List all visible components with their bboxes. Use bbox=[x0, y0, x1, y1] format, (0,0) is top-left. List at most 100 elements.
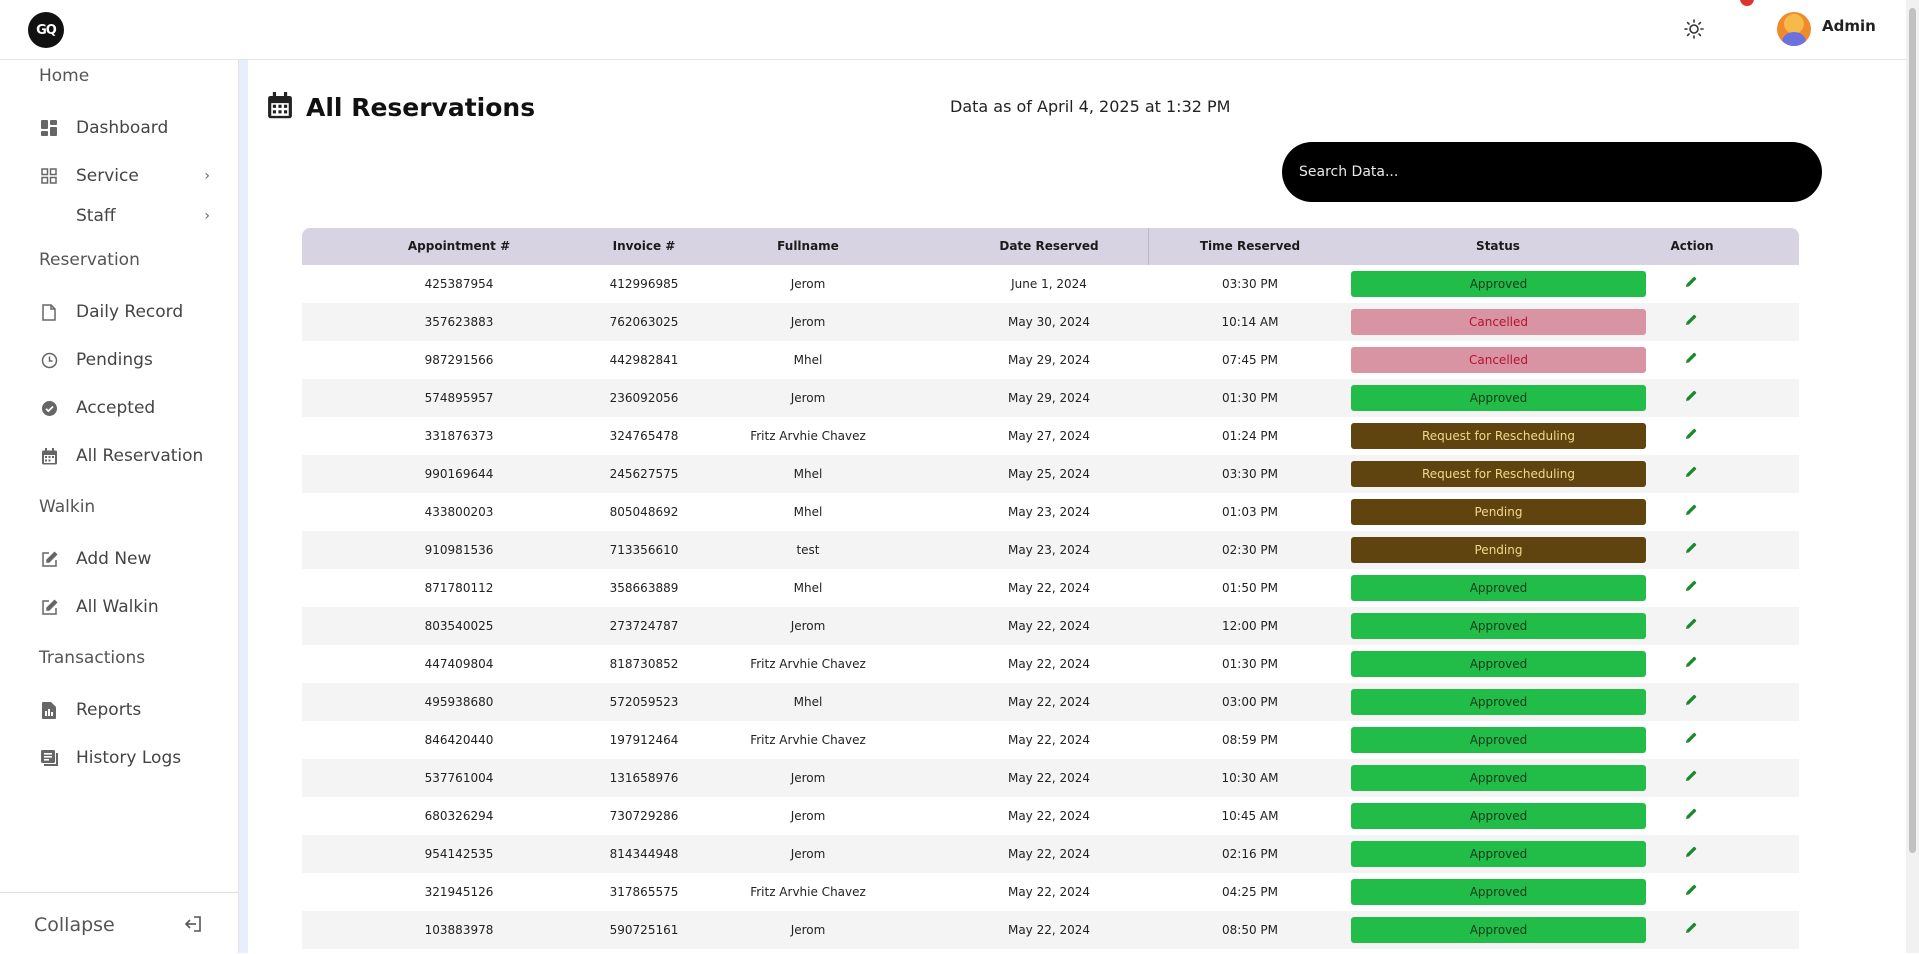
search-input[interactable] bbox=[1282, 142, 1822, 202]
vertical-scrollbar[interactable] bbox=[1906, 0, 1919, 953]
sidebar-item-daily-record[interactable]: Daily Record bbox=[40, 297, 210, 327]
pencil-icon[interactable] bbox=[1685, 618, 1699, 632]
sidebar-item-pendings[interactable]: Pendings bbox=[40, 345, 210, 375]
cell-time-reserved: 03:30 PM bbox=[1222, 467, 1278, 481]
cell-date-reserved: May 23, 2024 bbox=[1007, 543, 1091, 557]
cell-appointment: 574895957 bbox=[424, 391, 494, 405]
status-badge: Approved bbox=[1351, 841, 1646, 867]
cell-appointment: 103883978 bbox=[424, 923, 494, 937]
pencil-icon[interactable] bbox=[1685, 580, 1699, 594]
cell-appointment: 910981536 bbox=[424, 543, 494, 557]
sidebar-item-label: History Logs bbox=[76, 748, 182, 768]
user-name[interactable]: Admin bbox=[1822, 17, 1876, 35]
pencil-icon[interactable] bbox=[1685, 846, 1699, 860]
cell-appointment: 425387954 bbox=[424, 277, 494, 291]
pencil-icon[interactable] bbox=[1685, 542, 1699, 556]
top-bar: GQ Admin bbox=[0, 0, 1906, 60]
sidebar-item-reports[interactable]: Reports bbox=[40, 695, 210, 725]
sidebar-item-staff[interactable]: Staff › bbox=[76, 201, 210, 231]
status-badge: Approved bbox=[1351, 803, 1646, 829]
edit-square-icon bbox=[40, 550, 58, 568]
status-badge: Request for Rescheduling bbox=[1351, 461, 1646, 487]
status-badge: Approved bbox=[1351, 651, 1646, 677]
logo-text: GQ bbox=[36, 22, 57, 38]
pencil-icon[interactable] bbox=[1685, 428, 1699, 442]
sidebar-item-all-walkin[interactable]: All Walkin bbox=[40, 592, 210, 622]
sidebar-item-history-logs[interactable]: History Logs bbox=[40, 743, 210, 773]
cell-fullname: Mhel bbox=[793, 467, 823, 481]
check-badge-icon bbox=[40, 399, 58, 417]
sidebar-item-label: Dashboard bbox=[76, 118, 169, 138]
table-header: Appointment # Invoice # Fullname Date Re… bbox=[302, 228, 1799, 265]
logout-arrow-icon[interactable] bbox=[184, 915, 202, 937]
cell-appointment: 987291566 bbox=[424, 353, 494, 367]
cell-fullname: Mhel bbox=[793, 505, 823, 519]
table-row: 425387954 412996985 Jerom June 1, 2024 03:30… bbox=[302, 265, 1799, 303]
sidebar-item-label: Pendings bbox=[76, 350, 153, 370]
scrollbar-thumb[interactable] bbox=[1909, 8, 1916, 853]
column-header-date[interactable]: Date Reserved bbox=[949, 228, 1149, 265]
cell-appointment: 871780112 bbox=[424, 581, 494, 595]
status-badge: Request for Rescheduling bbox=[1351, 423, 1646, 449]
calendar-icon bbox=[268, 92, 292, 123]
pencil-icon[interactable] bbox=[1685, 466, 1699, 480]
cell-fullname: Jerom bbox=[790, 391, 826, 405]
pencil-icon[interactable] bbox=[1685, 884, 1699, 898]
pencil-icon[interactable] bbox=[1685, 808, 1699, 822]
status-badge: Approved bbox=[1351, 689, 1646, 715]
column-header-time[interactable]: Time Reserved bbox=[1150, 228, 1350, 265]
sidebar-item-dashboard[interactable]: Dashboard bbox=[40, 113, 210, 143]
column-header-status[interactable]: Status bbox=[1398, 228, 1598, 265]
status-badge: Cancelled bbox=[1351, 309, 1646, 335]
table-row: 495938680 572059523 Mhel May 22, 2024 03:00 … bbox=[302, 683, 1799, 721]
table-row: 803540025 273724787 Jerom May 22, 2024 12:00… bbox=[302, 607, 1799, 645]
status-badge: Approved bbox=[1351, 727, 1646, 753]
cell-appointment: 846420440 bbox=[424, 733, 494, 747]
sidebar-item-all-reservation[interactable]: All Reservation bbox=[40, 441, 210, 471]
sidebar-item-service[interactable]: Service › bbox=[40, 161, 210, 191]
table-body: 425387954 412996985 Jerom June 1, 2024 03:30… bbox=[302, 265, 1799, 949]
section-reservation: Reservation bbox=[39, 250, 140, 270]
avatar[interactable] bbox=[1777, 12, 1811, 46]
pencil-icon[interactable] bbox=[1685, 770, 1699, 784]
sidebar-item-add-new[interactable]: Add New bbox=[40, 544, 210, 574]
table-row: 357623883 762063025 Jerom May 30, 2024 10:14… bbox=[302, 303, 1799, 341]
chevron-right-icon: › bbox=[204, 168, 210, 184]
sun-icon[interactable] bbox=[1683, 18, 1705, 40]
cell-time-reserved: 03:00 PM bbox=[1222, 695, 1278, 709]
cell-fullname: Fritz Arvhie Chavez bbox=[750, 885, 866, 899]
status-badge: Approved bbox=[1351, 879, 1646, 905]
grid-outline-icon bbox=[40, 167, 58, 185]
cell-time-reserved: 08:59 PM bbox=[1222, 733, 1278, 747]
list-icon bbox=[40, 749, 58, 767]
cell-date-reserved: May 22, 2024 bbox=[1007, 657, 1091, 671]
column-divider bbox=[1148, 228, 1149, 265]
status-badge: Approved bbox=[1351, 613, 1646, 639]
gq-logo-icon[interactable]: GQ bbox=[28, 12, 64, 48]
column-header-fullname[interactable]: Fullname bbox=[708, 228, 908, 265]
cell-time-reserved: 01:50 PM bbox=[1222, 581, 1278, 595]
pencil-icon[interactable] bbox=[1685, 504, 1699, 518]
notification-badge[interactable] bbox=[1740, 0, 1754, 6]
pencil-icon[interactable] bbox=[1685, 276, 1699, 290]
pencil-icon[interactable] bbox=[1685, 314, 1699, 328]
sidebar-item-label: All Walkin bbox=[76, 597, 159, 617]
pencil-icon[interactable] bbox=[1685, 390, 1699, 404]
pencil-icon[interactable] bbox=[1685, 732, 1699, 746]
collapse-button[interactable]: Collapse bbox=[34, 914, 115, 936]
cell-appointment: 357623883 bbox=[424, 315, 494, 329]
status-badge: Approved bbox=[1351, 917, 1646, 943]
cell-appointment: 803540025 bbox=[424, 619, 494, 633]
cell-fullname: Mhel bbox=[793, 695, 823, 709]
pencil-icon[interactable] bbox=[1685, 656, 1699, 670]
sidebar-item-label: Daily Record bbox=[76, 302, 184, 322]
cell-date-reserved: May 30, 2024 bbox=[1007, 315, 1091, 329]
sidebar-item-accepted[interactable]: Accepted bbox=[40, 393, 210, 423]
clock-icon bbox=[40, 351, 58, 369]
pencil-icon[interactable] bbox=[1685, 922, 1699, 936]
table-row: 433800203 805048692 Mhel May 23, 2024 01:03 … bbox=[302, 493, 1799, 531]
pencil-icon[interactable] bbox=[1685, 694, 1699, 708]
column-header-appointment[interactable]: Appointment # bbox=[359, 228, 559, 265]
cell-fullname: Jerom bbox=[790, 847, 826, 861]
pencil-icon[interactable] bbox=[1685, 352, 1699, 366]
